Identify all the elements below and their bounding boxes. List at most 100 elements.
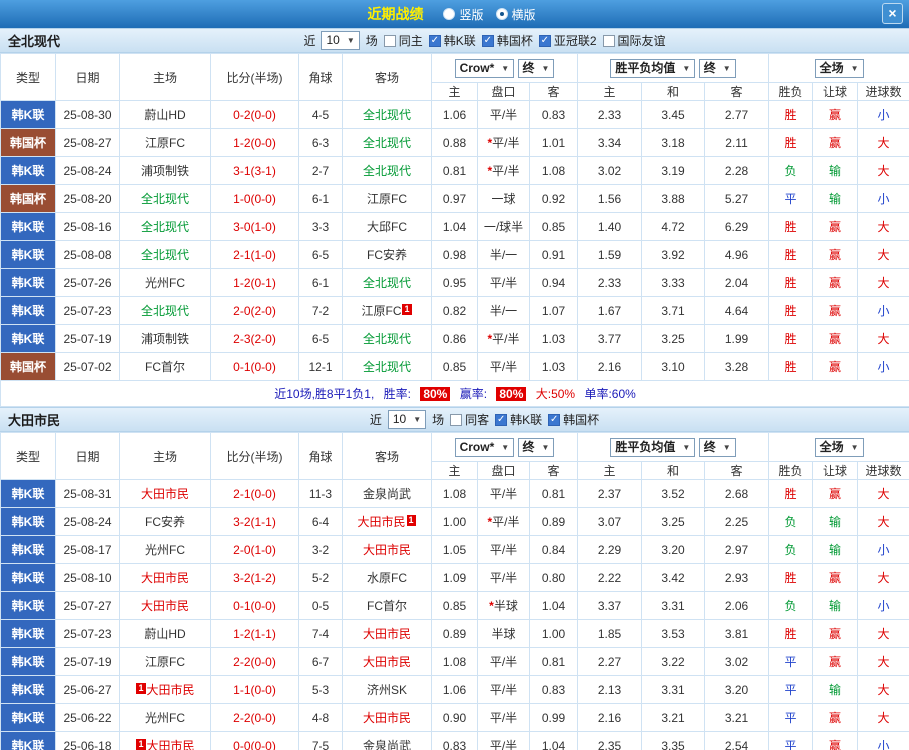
- team-name: FC安养: [367, 248, 407, 262]
- odds-handicap: 平/半: [477, 703, 530, 732]
- team-name: 金泉尚武: [362, 487, 411, 501]
- match-date: 25-07-23: [55, 619, 120, 648]
- odds-home: 1.00: [431, 507, 478, 536]
- bookmaker-select[interactable]: Crow* ▼: [454, 58, 515, 78]
- odds-away: 1.04: [529, 591, 578, 620]
- cover-rate-value: 80%: [496, 387, 527, 401]
- checkbox-checked-icon[interactable]: ✓: [548, 413, 561, 426]
- radio-checked-icon[interactable]: [495, 8, 508, 20]
- fullmatch-select[interactable]: 全场 ▼: [814, 58, 864, 78]
- checkbox-checked-icon[interactable]: ✓: [538, 34, 551, 47]
- layout-vertical-radio[interactable]: 竖版: [443, 6, 484, 23]
- avg-away: 3.20: [703, 675, 770, 704]
- recent-count-select[interactable]: 10 ▼: [321, 31, 360, 50]
- filter-option[interactable]: ✓ 韩国杯: [548, 411, 599, 428]
- league-badge: 韩国杯: [0, 128, 56, 157]
- goals-result: 大: [857, 507, 909, 536]
- team-name: FC安养: [145, 515, 185, 529]
- close-button[interactable]: ×: [882, 3, 903, 24]
- filter-option[interactable]: ✓ 韩K联: [428, 32, 476, 49]
- avg-draw: 3.71: [641, 296, 705, 325]
- odds-home: 0.82: [431, 296, 478, 325]
- team-name: 蔚山HD: [144, 627, 186, 641]
- score: 2-3(2-0): [210, 324, 299, 353]
- score: 0-1(0-0): [210, 352, 299, 381]
- final-avg-select[interactable]: 终 ▼: [698, 58, 736, 78]
- radio-unchecked-icon[interactable]: [443, 8, 456, 20]
- col-score: 比分(半场): [210, 53, 299, 101]
- avg-home: 3.34: [577, 128, 642, 157]
- avg-draw: 3.88: [641, 184, 705, 213]
- big-rate: 大:50%: [535, 387, 576, 401]
- checkbox-checked-icon[interactable]: ✓: [481, 34, 494, 47]
- final-odds-select[interactable]: 终 ▼: [517, 58, 555, 78]
- filter-option[interactable]: ✓ 韩国杯: [481, 32, 533, 49]
- goals-result: 大: [857, 479, 909, 508]
- avg-draw: 3.35: [641, 731, 705, 750]
- team-name: 大田市民: [362, 627, 411, 641]
- filter-option[interactable]: ✓ 亚冠联2: [538, 32, 597, 49]
- match-row: 韩K联 25-07-27 大田市民 0-1(0-0) 0-5 FC首尔 0.85 *半球 1.0…: [0, 591, 909, 620]
- team-name: 江原FC: [145, 136, 185, 150]
- league-badge: 韩K联: [0, 535, 56, 564]
- match-row: 韩K联 25-08-24 FC安养 3-2(1-1) 6-4 大田市民 1 1.00 *平/半 0…: [0, 507, 909, 536]
- final-avg-select[interactable]: 终 ▼: [698, 437, 736, 457]
- home-team: 光州FC: [119, 268, 211, 297]
- bookmaker-select[interactable]: Crow* ▼: [454, 437, 515, 457]
- filter-group: 同客 ✓ 韩K联 ✓ 韩国杯: [450, 411, 599, 428]
- col-avg-draw: 和: [641, 461, 705, 480]
- filter-option[interactable]: ✓ 韩K联: [495, 411, 542, 428]
- team-name: 浦项制铁: [140, 332, 189, 346]
- handicap-result: 输: [812, 675, 859, 704]
- odds-away: 0.92: [529, 184, 578, 213]
- avg-away: 2.04: [703, 268, 770, 297]
- odds-home: 0.90: [431, 703, 478, 732]
- filter-label: 同客: [465, 413, 490, 427]
- avg-away: 3.02: [703, 647, 770, 676]
- odds-home: 0.98: [431, 240, 478, 269]
- goals-result: 大: [857, 563, 909, 592]
- match-date: 25-08-17: [55, 535, 120, 564]
- odd-rate: 单率:60%: [584, 387, 636, 401]
- checkbox-unchecked-icon[interactable]: [383, 34, 396, 47]
- league-badge: 韩K联: [0, 619, 56, 648]
- checkbox-checked-icon[interactable]: ✓: [428, 34, 441, 47]
- avg-home: 2.16: [577, 703, 642, 732]
- odds-away: 1.04: [529, 731, 578, 750]
- col-handicap: 盘口: [477, 461, 530, 480]
- final-odds-select[interactable]: 终 ▼: [517, 437, 555, 457]
- corners: 6-4: [298, 507, 343, 536]
- checkbox-unchecked-icon[interactable]: [602, 34, 615, 47]
- score: 3-2(1-2): [210, 563, 299, 592]
- team-name: 浦项制铁: [140, 164, 189, 178]
- avg-select[interactable]: 胜平负均值 ▼: [610, 437, 696, 457]
- col-handicap-result: 让球: [812, 461, 859, 480]
- goals-result: 小: [857, 535, 909, 564]
- score: 2-2(0-0): [210, 647, 299, 676]
- filter-option[interactable]: 同主: [383, 32, 423, 49]
- result: 平: [768, 703, 814, 732]
- layout-horizontal-radio[interactable]: 横版: [495, 6, 536, 23]
- recent-count-select[interactable]: 10 ▼: [387, 410, 427, 429]
- goals-result: 小: [857, 296, 909, 325]
- odds-home: 1.06: [431, 675, 478, 704]
- goals-result: 小: [857, 352, 909, 381]
- checkbox-checked-icon[interactable]: ✓: [495, 413, 508, 426]
- away-team: 大田市民: [342, 703, 432, 732]
- odds-away: 1.07: [529, 296, 578, 325]
- col-odds-home: 主: [431, 82, 478, 101]
- cover-rate-label: 赢率:: [459, 387, 488, 401]
- win-rate-value: 80%: [420, 387, 451, 401]
- avg-home: 3.77: [577, 324, 642, 353]
- odds-handicap: *平/半: [477, 324, 530, 353]
- red-card-badge: 1: [406, 515, 416, 526]
- avg-select[interactable]: 胜平负均值 ▼: [610, 58, 696, 78]
- avg-away: 3.28: [703, 352, 770, 381]
- checkbox-unchecked-icon[interactable]: [450, 413, 463, 426]
- fullmatch-select[interactable]: 全场 ▼: [814, 437, 864, 457]
- odds-away: 0.91: [529, 240, 578, 269]
- filter-option[interactable]: 国际友谊: [602, 32, 666, 49]
- avg-draw: 3.52: [641, 479, 705, 508]
- filter-option[interactable]: 同客: [450, 411, 489, 428]
- score: 0-1(0-0): [210, 591, 299, 620]
